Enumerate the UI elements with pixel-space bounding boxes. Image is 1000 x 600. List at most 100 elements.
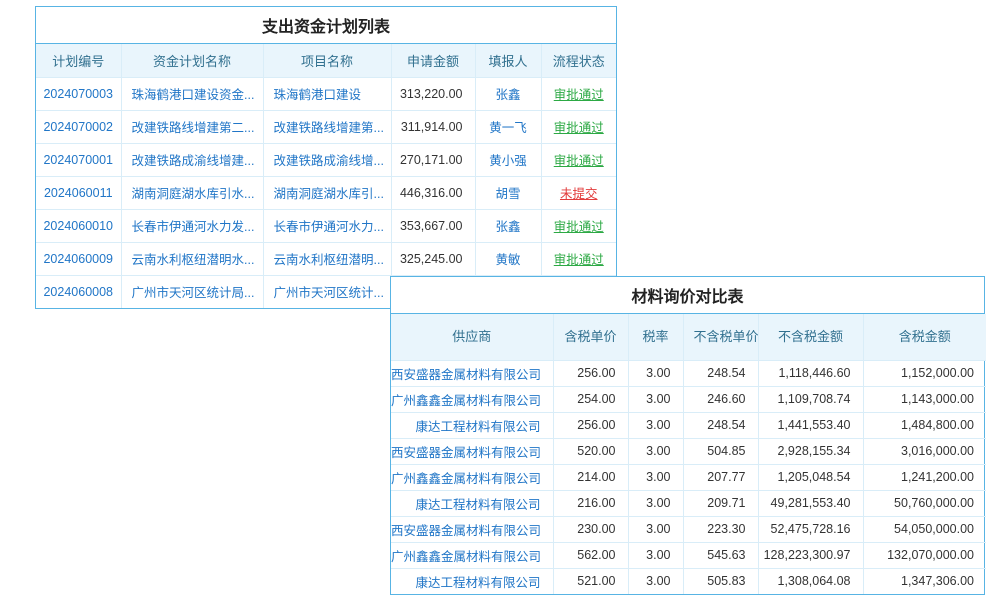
cell-supplier[interactable]: 康达工程材料有限公司: [391, 490, 553, 516]
cell-fund-name[interactable]: 长春市伊通河水力发...: [121, 209, 263, 242]
cell-amount-tax: 50,760,000.00: [863, 490, 986, 516]
cell-supplier[interactable]: 西安盛器金属材料有限公司: [391, 516, 553, 542]
cell-amount-tax: 1,347,306.00: [863, 568, 986, 594]
status-badge[interactable]: 审批通过: [541, 77, 616, 110]
status-badge[interactable]: 未提交: [541, 176, 616, 209]
cell-project-name[interactable]: 湖南洞庭湖水库引...: [263, 176, 391, 209]
table-row[interactable]: 广州鑫鑫金属材料有限公司 562.00 3.00 545.63 128,223,…: [391, 542, 986, 568]
table-row[interactable]: 2024070003 珠海鹤港口建设资金... 珠海鹤港口建设 313,220.…: [36, 77, 616, 110]
cell-unit-price-no-tax: 545.63: [683, 542, 758, 568]
cell-unit-price-tax: 521.00: [553, 568, 628, 594]
cell-amount-no-tax: 1,205,048.54: [758, 464, 863, 490]
col-header-amount-no-tax: 不含税金额: [758, 314, 863, 360]
status-badge[interactable]: 审批通过: [541, 110, 616, 143]
col-header-unit-price-tax: 含税单价: [553, 314, 628, 360]
expense-plan-panel: 支出资金计划列表 计划编号 资金计划名称 项目名称 申请金额 填报人 流程状态 …: [35, 6, 617, 309]
cell-plan-no[interactable]: 2024060010: [36, 209, 121, 242]
cell-filler: 黄小强: [475, 143, 541, 176]
cell-amount-no-tax: 49,281,553.40: [758, 490, 863, 516]
status-badge[interactable]: 审批通过: [541, 143, 616, 176]
cell-fund-name[interactable]: 珠海鹤港口建设资金...: [121, 77, 263, 110]
cell-unit-price-tax: 256.00: [553, 412, 628, 438]
cell-amount-tax: 1,484,800.00: [863, 412, 986, 438]
cell-amount-tax: 1,143,000.00: [863, 386, 986, 412]
cell-unit-price-no-tax: 209.71: [683, 490, 758, 516]
cell-amount-no-tax: 128,223,300.97: [758, 542, 863, 568]
col-header-amount-tax: 含税金额: [863, 314, 986, 360]
table-row[interactable]: 2024060009 云南水利枢纽潜明水... 云南水利枢纽潜明... 325,…: [36, 242, 616, 275]
col-header-unit-price-no-tax: 不含税单价: [683, 314, 758, 360]
cell-plan-no[interactable]: 2024070003: [36, 77, 121, 110]
cell-supplier[interactable]: 广州鑫鑫金属材料有限公司: [391, 464, 553, 490]
cell-supplier[interactable]: 康达工程材料有限公司: [391, 568, 553, 594]
col-header-status: 流程状态: [541, 44, 616, 77]
table-row[interactable]: 康达工程材料有限公司 256.00 3.00 248.54 1,441,553.…: [391, 412, 986, 438]
cell-project-name[interactable]: 广州市天河区统计...: [263, 275, 391, 308]
table-row[interactable]: 康达工程材料有限公司 521.00 3.00 505.83 1,308,064.…: [391, 568, 986, 594]
cell-unit-price-tax: 216.00: [553, 490, 628, 516]
cell-fund-name[interactable]: 改建铁路成渝线增建...: [121, 143, 263, 176]
col-header-plan-no: 计划编号: [36, 44, 121, 77]
cell-project-name[interactable]: 改建铁路线增建第...: [263, 110, 391, 143]
cell-plan-no[interactable]: 2024070001: [36, 143, 121, 176]
table-row[interactable]: 西安盛器金属材料有限公司 520.00 3.00 504.85 2,928,15…: [391, 438, 986, 464]
table-row[interactable]: 2024060011 湖南洞庭湖水库引水... 湖南洞庭湖水库引... 446,…: [36, 176, 616, 209]
cell-unit-price-no-tax: 505.83: [683, 568, 758, 594]
cell-unit-price-tax: 256.00: [553, 360, 628, 386]
material-table: 供应商 含税单价 税率 不含税单价 不含税金额 含税金额 西安盛器金属材料有限公…: [391, 314, 986, 594]
cell-unit-price-tax: 254.00: [553, 386, 628, 412]
cell-amount-no-tax: 1,118,446.60: [758, 360, 863, 386]
cell-supplier[interactable]: 西安盛器金属材料有限公司: [391, 360, 553, 386]
material-inquiry-panel: 材料询价对比表 供应商 含税单价 税率 不含税单价 不含税金额 含税金额 西安盛…: [390, 276, 985, 595]
col-header-fund-name: 资金计划名称: [121, 44, 263, 77]
col-header-filler: 填报人: [475, 44, 541, 77]
cell-fund-name[interactable]: 湖南洞庭湖水库引水...: [121, 176, 263, 209]
cell-unit-price-no-tax: 207.77: [683, 464, 758, 490]
col-header-project-name: 项目名称: [263, 44, 391, 77]
cell-fund-name[interactable]: 云南水利枢纽潜明水...: [121, 242, 263, 275]
cell-filler: 张鑫: [475, 209, 541, 242]
table-row[interactable]: 2024060010 长春市伊通河水力发... 长春市伊通河水力... 353,…: [36, 209, 616, 242]
col-header-amount: 申请金额: [391, 44, 475, 77]
cell-tax-rate: 3.00: [628, 490, 683, 516]
cell-project-name[interactable]: 云南水利枢纽潜明...: [263, 242, 391, 275]
cell-supplier[interactable]: 广州鑫鑫金属材料有限公司: [391, 542, 553, 568]
cell-supplier[interactable]: 广州鑫鑫金属材料有限公司: [391, 386, 553, 412]
cell-supplier[interactable]: 康达工程材料有限公司: [391, 412, 553, 438]
cell-supplier[interactable]: 西安盛器金属材料有限公司: [391, 438, 553, 464]
cell-plan-no[interactable]: 2024060008: [36, 275, 121, 308]
cell-amount: 270,171.00: [391, 143, 475, 176]
col-header-tax-rate: 税率: [628, 314, 683, 360]
status-badge[interactable]: 审批通过: [541, 209, 616, 242]
cell-project-name[interactable]: 改建铁路成渝线增...: [263, 143, 391, 176]
cell-fund-name[interactable]: 广州市天河区统计局...: [121, 275, 263, 308]
table-row[interactable]: 西安盛器金属材料有限公司 256.00 3.00 248.54 1,118,44…: [391, 360, 986, 386]
cell-unit-price-no-tax: 246.60: [683, 386, 758, 412]
table-row[interactable]: 西安盛器金属材料有限公司 230.00 3.00 223.30 52,475,7…: [391, 516, 986, 542]
cell-amount: 311,914.00: [391, 110, 475, 143]
cell-amount-tax: 54,050,000.00: [863, 516, 986, 542]
cell-tax-rate: 3.00: [628, 412, 683, 438]
cell-filler: 胡雪: [475, 176, 541, 209]
cell-amount-no-tax: 2,928,155.34: [758, 438, 863, 464]
status-badge[interactable]: 审批通过: [541, 242, 616, 275]
cell-amount: 446,316.00: [391, 176, 475, 209]
cell-fund-name[interactable]: 改建铁路线增建第二...: [121, 110, 263, 143]
cell-unit-price-tax: 230.00: [553, 516, 628, 542]
cell-amount-no-tax: 1,441,553.40: [758, 412, 863, 438]
cell-unit-price-tax: 562.00: [553, 542, 628, 568]
table-row[interactable]: 广州鑫鑫金属材料有限公司 214.00 3.00 207.77 1,205,04…: [391, 464, 986, 490]
cell-unit-price-no-tax: 223.30: [683, 516, 758, 542]
cell-plan-no[interactable]: 2024060011: [36, 176, 121, 209]
cell-amount-tax: 1,241,200.00: [863, 464, 986, 490]
table-row[interactable]: 2024070001 改建铁路成渝线增建... 改建铁路成渝线增... 270,…: [36, 143, 616, 176]
table-row[interactable]: 康达工程材料有限公司 216.00 3.00 209.71 49,281,553…: [391, 490, 986, 516]
cell-plan-no[interactable]: 2024070002: [36, 110, 121, 143]
cell-filler: 黄一飞: [475, 110, 541, 143]
cell-project-name[interactable]: 长春市伊通河水力...: [263, 209, 391, 242]
table-row[interactable]: 广州鑫鑫金属材料有限公司 254.00 3.00 246.60 1,109,70…: [391, 386, 986, 412]
cell-tax-rate: 3.00: [628, 386, 683, 412]
cell-project-name[interactable]: 珠海鹤港口建设: [263, 77, 391, 110]
table-row[interactable]: 2024070002 改建铁路线增建第二... 改建铁路线增建第... 311,…: [36, 110, 616, 143]
cell-plan-no[interactable]: 2024060009: [36, 242, 121, 275]
